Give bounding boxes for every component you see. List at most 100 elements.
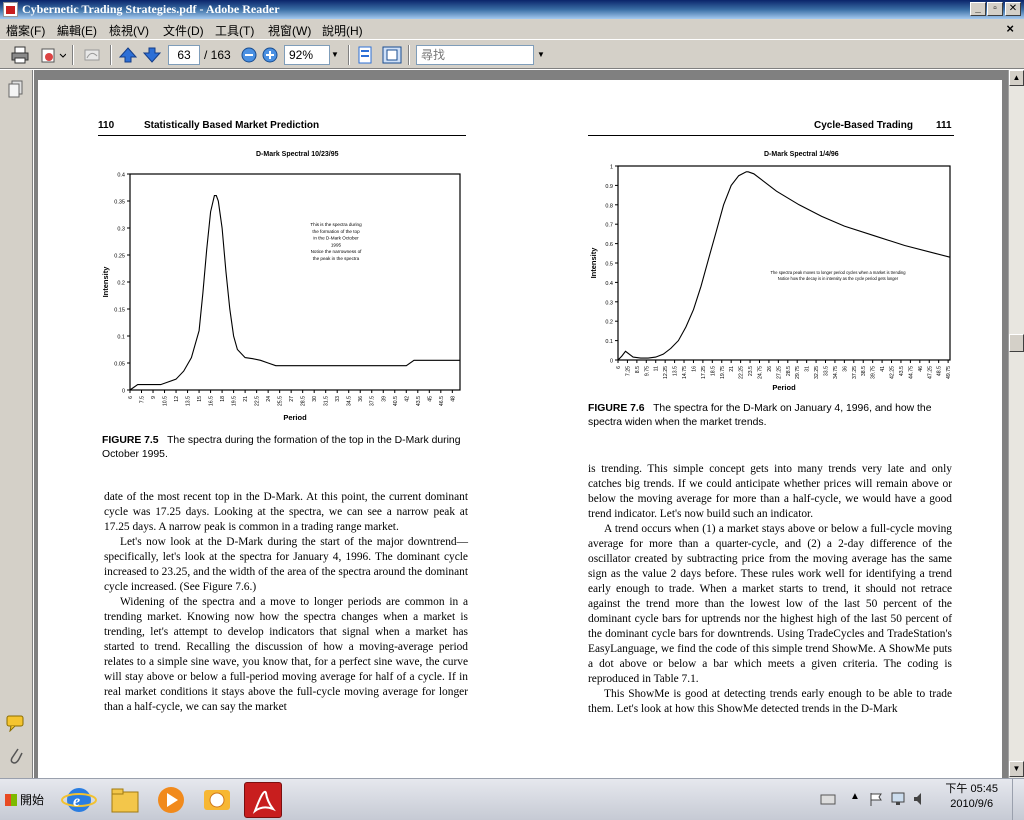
file-explorer-icon[interactable] bbox=[106, 782, 144, 818]
menu-window[interactable]: 視窗(W) bbox=[268, 22, 311, 39]
left-body-text: date of the most recent top in the D-Mar… bbox=[104, 490, 468, 715]
network-icon[interactable] bbox=[890, 791, 906, 807]
outlook-icon[interactable] bbox=[198, 782, 236, 818]
x-tick-label: 33.5 bbox=[824, 366, 830, 376]
menu-help[interactable]: 說明(H) bbox=[322, 22, 363, 39]
show-desktop-button[interactable] bbox=[1012, 779, 1024, 820]
x-tick-label: 45 bbox=[427, 396, 433, 402]
media-player-icon[interactable] bbox=[152, 782, 190, 818]
pages-panel-icon[interactable] bbox=[8, 80, 24, 98]
x-tick-label: 34.75 bbox=[833, 366, 839, 379]
vertical-scrollbar[interactable]: ▲ ▼ bbox=[1008, 70, 1024, 778]
paragraph: is trending. This simple concept gets in… bbox=[588, 463, 952, 520]
x-tick-label: 9.75 bbox=[644, 366, 650, 376]
volume-icon[interactable] bbox=[912, 791, 928, 807]
x-tick-label: 37.25 bbox=[852, 366, 858, 379]
y-tick-label: 1 bbox=[610, 165, 613, 171]
start-button[interactable]: 開始 bbox=[2, 783, 46, 817]
y-axis-label: Intensity bbox=[101, 266, 110, 298]
toolbar-separator bbox=[408, 45, 410, 65]
figure-7-6-label: FIGURE 7.6 bbox=[588, 403, 645, 414]
search-input[interactable]: 尋找 bbox=[416, 45, 534, 65]
y-tick-label: 0.4 bbox=[605, 281, 613, 287]
paragraph: A trend occurs when (1) a market stays a… bbox=[588, 523, 952, 685]
x-tick-label: 27.25 bbox=[776, 366, 782, 379]
document-viewport[interactable]: 110 Statistically Based Market Predictio… bbox=[34, 70, 1008, 778]
chart-annotation: The spectra peak moves to longer period … bbox=[771, 270, 907, 275]
adobe-reader-icon bbox=[252, 790, 276, 814]
scrollbar-thumb[interactable] bbox=[1009, 334, 1024, 352]
menu-tools[interactable]: 工具(T) bbox=[215, 22, 254, 39]
x-tick-label: 42.25 bbox=[890, 366, 896, 379]
toolbar-separator bbox=[348, 45, 350, 65]
menu-file[interactable]: 檔案(F) bbox=[6, 22, 45, 39]
x-tick-label: 37.5 bbox=[370, 396, 376, 406]
close-button[interactable]: ✕ bbox=[1005, 2, 1021, 16]
zoom-level-field[interactable]: 92% bbox=[284, 45, 330, 65]
chart-annotation: in the D-Mark October bbox=[313, 236, 359, 241]
x-tick-label: 19.75 bbox=[720, 366, 726, 379]
right-body-text: is trending. This simple concept gets in… bbox=[588, 462, 952, 717]
y-tick-label: 0.9 bbox=[605, 184, 613, 190]
keyboard-icon[interactable] bbox=[820, 791, 836, 807]
x-tick-label: 11 bbox=[654, 366, 660, 371]
y-tick-label: 0.4 bbox=[117, 173, 125, 179]
print-icon[interactable] bbox=[10, 46, 30, 64]
action-center-flag-icon[interactable] bbox=[868, 791, 884, 807]
search-dropdown-arrow[interactable]: ▼ bbox=[534, 45, 548, 65]
menu-edit[interactable]: 編輯(E) bbox=[57, 22, 97, 39]
comments-panel-icon[interactable] bbox=[6, 714, 26, 732]
zoom-dropdown-arrow[interactable]: ▼ bbox=[328, 45, 342, 65]
x-tick-label: 13.5 bbox=[673, 366, 679, 376]
x-tick-label: 36 bbox=[358, 396, 364, 402]
x-tick-label: 46.5 bbox=[439, 396, 445, 406]
x-tick-label: 46 bbox=[918, 366, 924, 372]
x-tick-label: 22.25 bbox=[739, 366, 745, 379]
paragraph: This ShowMe is good at detecting trends … bbox=[588, 688, 952, 715]
x-tick-label: 14.75 bbox=[682, 366, 688, 379]
fit-page-icon[interactable] bbox=[356, 46, 374, 64]
minimize-button[interactable]: _ bbox=[970, 2, 986, 16]
x-tick-label: 24.75 bbox=[757, 366, 763, 379]
x-tick-label: 36 bbox=[842, 366, 848, 372]
maximize-button[interactable]: ▫ bbox=[987, 2, 1003, 16]
adobe-reader-task-button[interactable] bbox=[244, 782, 282, 818]
x-tick-label: 47.25 bbox=[927, 366, 933, 379]
x-tick-label: 10.5 bbox=[163, 396, 169, 406]
scroll-up-button[interactable]: ▲ bbox=[1009, 70, 1024, 86]
left-page-folio: 110 bbox=[98, 120, 115, 131]
x-tick-label: 28.5 bbox=[786, 366, 792, 376]
zoom-in-icon[interactable] bbox=[261, 46, 279, 64]
x-tick-label: 26 bbox=[767, 366, 773, 372]
next-page-icon[interactable] bbox=[142, 46, 162, 64]
scroll-down-button[interactable]: ▼ bbox=[1009, 761, 1024, 777]
clock[interactable]: 下午 05:45 2010/9/6 bbox=[945, 782, 998, 812]
page-number-input[interactable]: 63 bbox=[168, 45, 200, 65]
y-tick-label: 0.35 bbox=[114, 200, 125, 206]
x-tick-label: 43.5 bbox=[899, 366, 905, 376]
menu-document[interactable]: 文件(D) bbox=[163, 22, 204, 39]
full-screen-icon[interactable] bbox=[382, 46, 402, 64]
collaborate-icon[interactable] bbox=[40, 46, 66, 64]
x-tick-label: 21 bbox=[729, 366, 735, 372]
x-tick-label: 49.75 bbox=[946, 366, 952, 379]
x-tick-label: 16 bbox=[691, 366, 697, 372]
sign-icon[interactable] bbox=[82, 46, 104, 64]
x-tick-label: 12 bbox=[174, 396, 180, 402]
x-tick-label: 48 bbox=[450, 396, 456, 402]
zoom-out-icon[interactable] bbox=[240, 46, 258, 64]
clock-time: 下午 05:45 bbox=[945, 783, 998, 795]
menu-view[interactable]: 檢視(V) bbox=[109, 22, 149, 39]
y-tick-label: 0.2 bbox=[605, 320, 613, 326]
x-tick-label: 41 bbox=[880, 366, 886, 372]
tray-expand-icon[interactable]: ▲ bbox=[850, 791, 860, 802]
document-close-button[interactable]: × bbox=[1006, 21, 1014, 36]
y-tick-label: 0 bbox=[610, 359, 613, 365]
x-tick-label: 9 bbox=[151, 396, 157, 399]
x-tick-label: 7.5 bbox=[140, 396, 146, 403]
spectral-chart-jan-1996: 00.10.20.30.40.50.60.70.80.916 7.25 8.5 9.7… bbox=[589, 165, 952, 393]
previous-page-icon[interactable] bbox=[118, 46, 138, 64]
attachments-panel-icon[interactable] bbox=[8, 746, 24, 766]
internet-explorer-icon[interactable]: e bbox=[60, 782, 98, 818]
x-tick-label: 42 bbox=[404, 396, 410, 402]
